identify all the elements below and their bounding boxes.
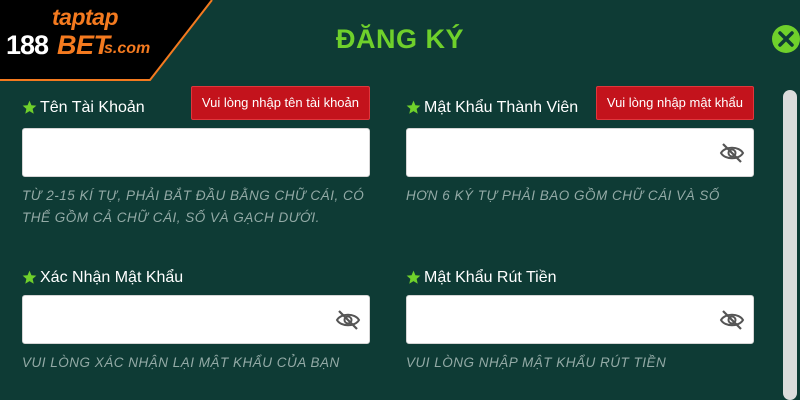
- confirm-password-field-group: Xác Nhận Mật Khẩu VUI LÒNG XÁC NHẬN LẠI …: [22, 268, 370, 370]
- confirm-password-hint: VUI LÒNG XÁC NHẬN LẠI MẬT KHẨU CỦA BẠN: [22, 355, 340, 370]
- confirm-password-label: Xác Nhận Mật Khẩu: [40, 269, 184, 286]
- eye-slash-icon[interactable]: [335, 308, 361, 332]
- password-field-group: Mật Khẩu Thành Viên Vui lòng nhập mật kh…: [406, 86, 754, 203]
- withdraw-password-field-group: Mật Khẩu Rút Tiền VUI LÒNG NHẬP MẬT KHẨU…: [406, 268, 754, 370]
- eye-slash-icon[interactable]: [719, 308, 745, 332]
- username-hint: TỪ 2-15 KÍ TỰ, PHẢI BẮT ĐẦU BẰNG CHỮ CÁI…: [22, 188, 365, 225]
- password-hint: HƠN 6 KÝ TỰ PHẢI BAO GỒM CHỮ CÁI VÀ SỐ: [406, 188, 720, 203]
- field-label-row: Xác Nhận Mật Khẩu: [22, 268, 370, 292]
- header: taptap 188 BET s.com ĐĂNG KÝ: [0, 0, 800, 84]
- withdraw-password-hint: VUI LÒNG NHẬP MẬT KHẨU RÚT TIỀN: [406, 355, 667, 370]
- username-error-tooltip: Vui lòng nhập tên tài khoản: [190, 86, 370, 120]
- field-label-row: Mật Khẩu Rút Tiền: [406, 268, 754, 292]
- password-label: Mật Khẩu Thành Viên: [424, 99, 579, 116]
- required-star-icon: [22, 270, 37, 284]
- close-button[interactable]: [772, 25, 800, 53]
- required-star-icon: [22, 100, 37, 114]
- confirm-password-input[interactable]: [23, 296, 323, 343]
- password-error-tooltip: Vui lòng nhập mật khẩu: [595, 86, 754, 120]
- required-star-icon: [406, 270, 421, 284]
- username-input-box[interactable]: [22, 128, 370, 177]
- eye-slash-icon[interactable]: [719, 141, 745, 165]
- withdraw-password-label: Mật Khẩu Rút Tiền: [424, 269, 557, 286]
- field-label-row: Tên Tài Khoản Vui lòng nhập tên tài khoả…: [22, 86, 370, 122]
- withdraw-password-input[interactable]: [407, 296, 707, 343]
- password-input-box[interactable]: [406, 128, 754, 177]
- password-input[interactable]: [407, 129, 707, 176]
- close-icon: [778, 31, 794, 47]
- required-star-icon: [406, 100, 421, 114]
- username-field-group: Tên Tài Khoản Vui lòng nhập tên tài khoả…: [22, 86, 370, 225]
- username-label: Tên Tài Khoản: [40, 99, 145, 116]
- username-input[interactable]: [23, 129, 323, 176]
- scrollbar[interactable]: [783, 90, 797, 400]
- field-label-row: Mật Khẩu Thành Viên Vui lòng nhập mật kh…: [406, 86, 754, 122]
- confirm-password-input-box[interactable]: [22, 295, 370, 344]
- dialog-title: ĐĂNG KÝ: [335, 24, 464, 54]
- withdraw-password-input-box[interactable]: [406, 295, 754, 344]
